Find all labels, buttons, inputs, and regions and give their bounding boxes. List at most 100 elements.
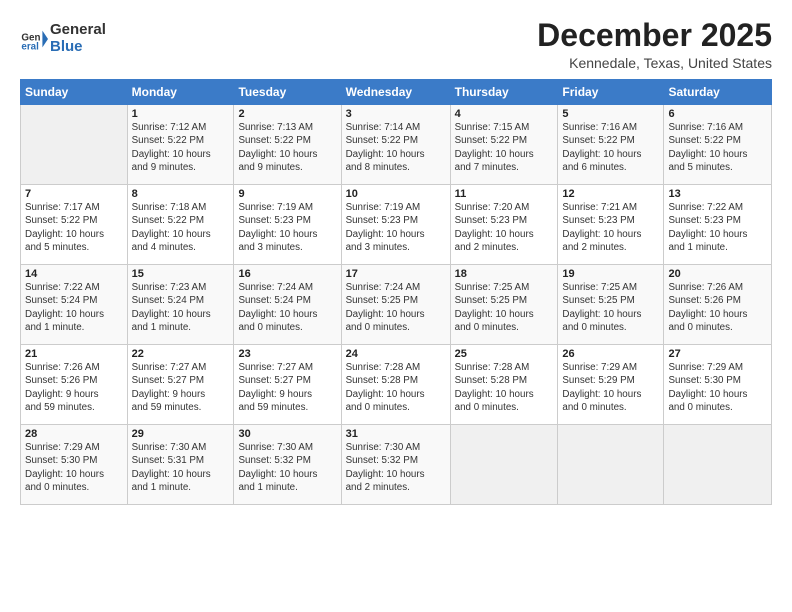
- calendar-cell: [664, 425, 772, 505]
- day-number: 18: [455, 268, 554, 280]
- day-info: Sunrise: 7:26 AM Sunset: 5:26 PM Dayligh…: [25, 361, 123, 414]
- calendar-cell: 1Sunrise: 7:12 AM Sunset: 5:22 PM Daylig…: [127, 105, 234, 185]
- day-number: 20: [668, 268, 767, 280]
- day-number: 29: [132, 428, 230, 440]
- day-number: 5: [562, 108, 659, 120]
- day-info: Sunrise: 7:28 AM Sunset: 5:28 PM Dayligh…: [346, 361, 446, 414]
- day-number: 8: [132, 188, 230, 200]
- day-info: Sunrise: 7:24 AM Sunset: 5:25 PM Dayligh…: [346, 281, 446, 334]
- day-number: 24: [346, 348, 446, 360]
- weekday-saturday: Saturday: [664, 80, 772, 105]
- weekday-thursday: Thursday: [450, 80, 558, 105]
- day-number: 9: [238, 188, 336, 200]
- day-number: 27: [668, 348, 767, 360]
- calendar-cell: 21Sunrise: 7:26 AM Sunset: 5:26 PM Dayli…: [21, 345, 128, 425]
- day-number: 10: [346, 188, 446, 200]
- day-info: Sunrise: 7:30 AM Sunset: 5:32 PM Dayligh…: [346, 441, 446, 494]
- calendar-cell: 14Sunrise: 7:22 AM Sunset: 5:24 PM Dayli…: [21, 265, 128, 345]
- day-info: Sunrise: 7:27 AM Sunset: 5:27 PM Dayligh…: [238, 361, 336, 414]
- day-number: 21: [25, 348, 123, 360]
- page-header: Gen eral General Blue December 2025 Kenn…: [20, 18, 772, 71]
- calendar-cell: 18Sunrise: 7:25 AM Sunset: 5:25 PM Dayli…: [450, 265, 558, 345]
- weekday-wednesday: Wednesday: [341, 80, 450, 105]
- day-info: Sunrise: 7:29 AM Sunset: 5:29 PM Dayligh…: [562, 361, 659, 414]
- day-info: Sunrise: 7:30 AM Sunset: 5:31 PM Dayligh…: [132, 441, 230, 494]
- calendar-cell: 19Sunrise: 7:25 AM Sunset: 5:25 PM Dayli…: [558, 265, 664, 345]
- day-number: 28: [25, 428, 123, 440]
- day-info: Sunrise: 7:17 AM Sunset: 5:22 PM Dayligh…: [25, 201, 123, 254]
- day-info: Sunrise: 7:24 AM Sunset: 5:24 PM Dayligh…: [238, 281, 336, 334]
- day-info: Sunrise: 7:28 AM Sunset: 5:28 PM Dayligh…: [455, 361, 554, 414]
- calendar-cell: [21, 105, 128, 185]
- calendar-cell: 16Sunrise: 7:24 AM Sunset: 5:24 PM Dayli…: [234, 265, 341, 345]
- day-info: Sunrise: 7:22 AM Sunset: 5:24 PM Dayligh…: [25, 281, 123, 334]
- day-number: 16: [238, 268, 336, 280]
- day-number: 2: [238, 108, 336, 120]
- weekday-monday: Monday: [127, 80, 234, 105]
- day-info: Sunrise: 7:23 AM Sunset: 5:24 PM Dayligh…: [132, 281, 230, 334]
- day-info: Sunrise: 7:13 AM Sunset: 5:22 PM Dayligh…: [238, 121, 336, 174]
- day-info: Sunrise: 7:30 AM Sunset: 5:32 PM Dayligh…: [238, 441, 336, 494]
- day-number: 23: [238, 348, 336, 360]
- weekday-sunday: Sunday: [21, 80, 128, 105]
- day-number: 4: [455, 108, 554, 120]
- calendar-cell: 13Sunrise: 7:22 AM Sunset: 5:23 PM Dayli…: [664, 185, 772, 265]
- day-number: 7: [25, 188, 123, 200]
- day-number: 26: [562, 348, 659, 360]
- day-info: Sunrise: 7:18 AM Sunset: 5:22 PM Dayligh…: [132, 201, 230, 254]
- day-info: Sunrise: 7:29 AM Sunset: 5:30 PM Dayligh…: [25, 441, 123, 494]
- day-number: 3: [346, 108, 446, 120]
- calendar-body: 1Sunrise: 7:12 AM Sunset: 5:22 PM Daylig…: [21, 105, 772, 505]
- calendar-week-1: 7Sunrise: 7:17 AM Sunset: 5:22 PM Daylig…: [21, 185, 772, 265]
- calendar-cell: 8Sunrise: 7:18 AM Sunset: 5:22 PM Daylig…: [127, 185, 234, 265]
- day-number: 1: [132, 108, 230, 120]
- main-title: December 2025: [537, 18, 772, 53]
- day-info: Sunrise: 7:19 AM Sunset: 5:23 PM Dayligh…: [346, 201, 446, 254]
- calendar-cell: [450, 425, 558, 505]
- calendar-cell: 3Sunrise: 7:14 AM Sunset: 5:22 PM Daylig…: [341, 105, 450, 185]
- calendar-cell: 27Sunrise: 7:29 AM Sunset: 5:30 PM Dayli…: [664, 345, 772, 425]
- calendar-cell: 29Sunrise: 7:30 AM Sunset: 5:31 PM Dayli…: [127, 425, 234, 505]
- calendar-cell: 17Sunrise: 7:24 AM Sunset: 5:25 PM Dayli…: [341, 265, 450, 345]
- day-info: Sunrise: 7:25 AM Sunset: 5:25 PM Dayligh…: [455, 281, 554, 334]
- calendar-week-3: 21Sunrise: 7:26 AM Sunset: 5:26 PM Dayli…: [21, 345, 772, 425]
- weekday-header-row: SundayMondayTuesdayWednesdayThursdayFrid…: [21, 80, 772, 105]
- calendar-cell: 23Sunrise: 7:27 AM Sunset: 5:27 PM Dayli…: [234, 345, 341, 425]
- day-number: 25: [455, 348, 554, 360]
- day-info: Sunrise: 7:20 AM Sunset: 5:23 PM Dayligh…: [455, 201, 554, 254]
- day-number: 31: [346, 428, 446, 440]
- calendar-cell: 5Sunrise: 7:16 AM Sunset: 5:22 PM Daylig…: [558, 105, 664, 185]
- day-info: Sunrise: 7:16 AM Sunset: 5:22 PM Dayligh…: [668, 121, 767, 174]
- day-number: 30: [238, 428, 336, 440]
- day-number: 11: [455, 188, 554, 200]
- calendar-cell: 11Sunrise: 7:20 AM Sunset: 5:23 PM Dayli…: [450, 185, 558, 265]
- calendar-cell: 2Sunrise: 7:13 AM Sunset: 5:22 PM Daylig…: [234, 105, 341, 185]
- calendar-cell: 25Sunrise: 7:28 AM Sunset: 5:28 PM Dayli…: [450, 345, 558, 425]
- calendar-cell: 6Sunrise: 7:16 AM Sunset: 5:22 PM Daylig…: [664, 105, 772, 185]
- calendar-week-2: 14Sunrise: 7:22 AM Sunset: 5:24 PM Dayli…: [21, 265, 772, 345]
- day-info: Sunrise: 7:12 AM Sunset: 5:22 PM Dayligh…: [132, 121, 230, 174]
- calendar-cell: 15Sunrise: 7:23 AM Sunset: 5:24 PM Dayli…: [127, 265, 234, 345]
- calendar-cell: 30Sunrise: 7:30 AM Sunset: 5:32 PM Dayli…: [234, 425, 341, 505]
- day-number: 22: [132, 348, 230, 360]
- calendar-cell: 26Sunrise: 7:29 AM Sunset: 5:29 PM Dayli…: [558, 345, 664, 425]
- title-section: December 2025 Kennedale, Texas, United S…: [537, 18, 772, 71]
- subtitle: Kennedale, Texas, United States: [537, 55, 772, 71]
- day-number: 15: [132, 268, 230, 280]
- calendar-cell: 28Sunrise: 7:29 AM Sunset: 5:30 PM Dayli…: [21, 425, 128, 505]
- svg-text:eral: eral: [21, 41, 39, 52]
- calendar-cell: 20Sunrise: 7:26 AM Sunset: 5:26 PM Dayli…: [664, 265, 772, 345]
- logo-general-text: General: [50, 22, 106, 39]
- day-info: Sunrise: 7:29 AM Sunset: 5:30 PM Dayligh…: [668, 361, 767, 414]
- day-info: Sunrise: 7:14 AM Sunset: 5:22 PM Dayligh…: [346, 121, 446, 174]
- day-info: Sunrise: 7:22 AM Sunset: 5:23 PM Dayligh…: [668, 201, 767, 254]
- logo: Gen eral General Blue: [20, 22, 106, 55]
- calendar-cell: 12Sunrise: 7:21 AM Sunset: 5:23 PM Dayli…: [558, 185, 664, 265]
- calendar-table: SundayMondayTuesdayWednesdayThursdayFrid…: [20, 79, 772, 505]
- logo-blue-text: Blue: [50, 39, 106, 56]
- weekday-friday: Friday: [558, 80, 664, 105]
- day-info: Sunrise: 7:19 AM Sunset: 5:23 PM Dayligh…: [238, 201, 336, 254]
- day-number: 13: [668, 188, 767, 200]
- calendar-cell: 4Sunrise: 7:15 AM Sunset: 5:22 PM Daylig…: [450, 105, 558, 185]
- calendar-cell: 31Sunrise: 7:30 AM Sunset: 5:32 PM Dayli…: [341, 425, 450, 505]
